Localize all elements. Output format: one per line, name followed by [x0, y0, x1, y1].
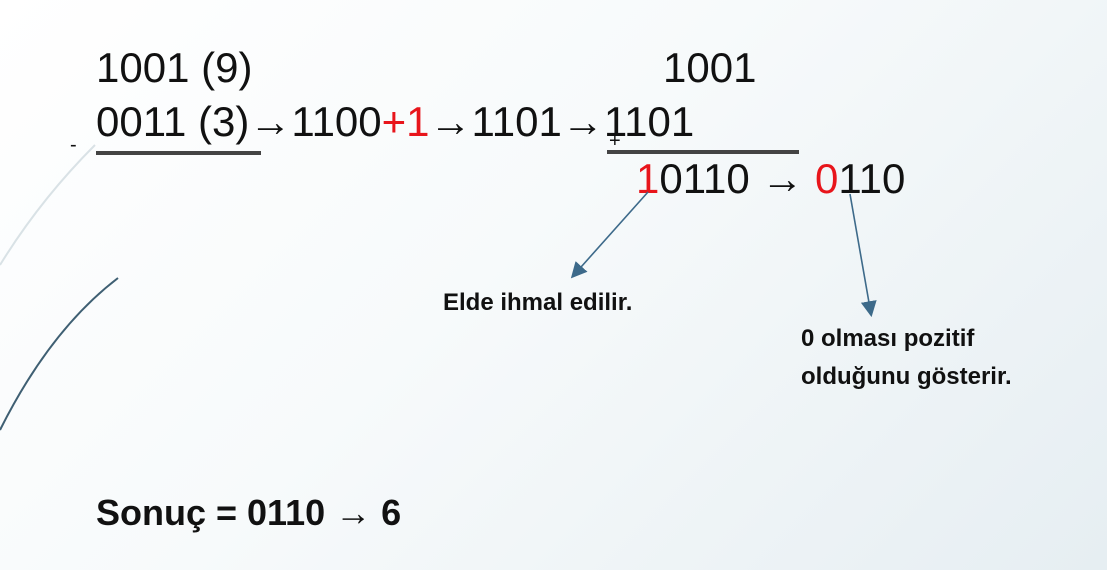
result-text: Sonuç = 0110 → 6	[96, 492, 402, 533]
sign-arrow	[849, 193, 877, 318]
sign-note-line-1: 0 olması pozitif	[801, 325, 975, 352]
carry-note: Elde ihmal edilir.	[443, 289, 633, 316]
sign-note-line-2: olduğunu gösterir.	[801, 363, 1012, 390]
carry-arrow	[570, 191, 649, 279]
sign-note: 0 olması pozitif olduğunu gösterir.	[801, 320, 1012, 396]
